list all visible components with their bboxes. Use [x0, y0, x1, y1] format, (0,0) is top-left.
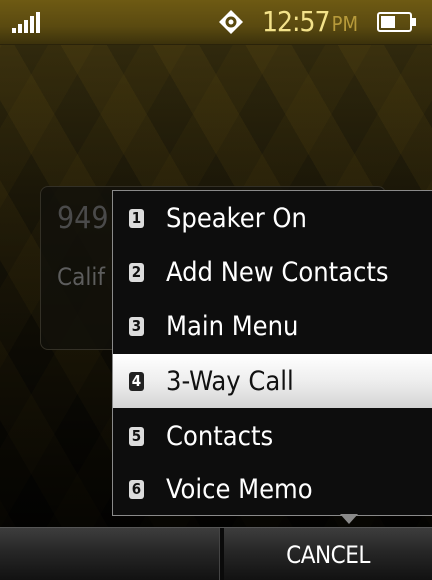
menu-item-label: Speaker On — [166, 202, 307, 234]
menu-number-badge: 3 — [129, 316, 144, 336]
menu-item-speaker-on[interactable]: 1 Speaker On — [113, 191, 432, 245]
menu-number-badge: 4 — [129, 371, 144, 391]
menu-item-label: Contacts — [166, 420, 274, 452]
menu-item-add-new-contacts[interactable]: 2 Add New Contacts — [113, 245, 432, 299]
time-ampm: PM — [331, 12, 358, 36]
signal-strength-icon — [12, 11, 40, 33]
call-options-menu: 1 Speaker On 2 Add New Contacts 3 Main M… — [112, 190, 432, 516]
menu-item-label: Main Menu — [166, 310, 299, 342]
status-time: 12:57 PM — [262, 4, 358, 40]
menu-item-contacts[interactable]: 5 Contacts — [113, 409, 432, 463]
menu-number-badge: 2 — [129, 262, 144, 282]
menu-item-voice-memo[interactable]: 6 Voice Memo — [113, 462, 432, 516]
menu-number-badge: 5 — [129, 426, 144, 446]
menu-number-badge: 6 — [129, 479, 144, 499]
menu-item-main-menu[interactable]: 3 Main Menu — [113, 299, 432, 353]
status-bar: 12:57 PM — [0, 0, 432, 45]
time-digits: 12:57 — [262, 5, 331, 38]
caller-number: 949 — [57, 201, 109, 236]
caller-location: Calif — [57, 263, 105, 291]
menu-item-3-way-call[interactable]: 4 3-Way Call — [113, 354, 432, 408]
menu-item-label: Voice Memo — [166, 473, 313, 505]
battery-fill — [381, 16, 395, 28]
menu-number-badge: 1 — [129, 208, 144, 228]
menu-pointer-arrow — [340, 514, 358, 524]
left-softkey[interactable] — [0, 528, 219, 580]
menu-item-label: Add New Contacts — [166, 256, 389, 288]
menu-item-label: 3-Way Call — [166, 365, 294, 397]
softkey-bar: CANCEL — [0, 527, 432, 580]
battery-icon — [377, 12, 416, 32]
phone-screen: 12:57 PM 949 Calif 1 Speaker On 2 Add New… — [0, 0, 432, 580]
gps-location-icon — [219, 10, 243, 34]
cancel-softkey[interactable]: CANCEL — [224, 528, 432, 580]
